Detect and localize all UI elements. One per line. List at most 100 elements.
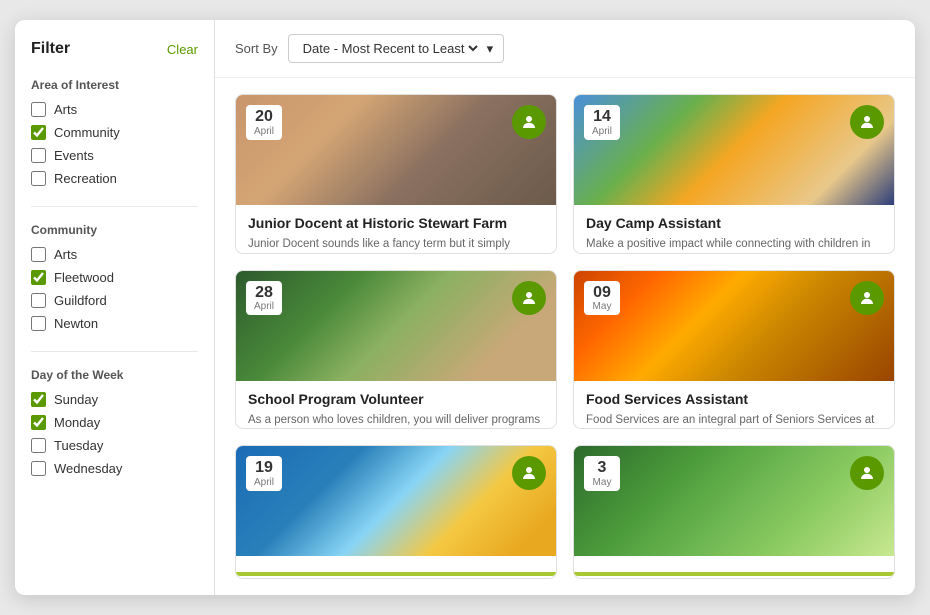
date-month: May — [591, 477, 613, 488]
category-icon — [512, 281, 546, 315]
filter-item-guildford[interactable]: Guildford — [31, 293, 198, 308]
card-card1[interactable]: 20 April Junior Docent at Historic Stewa… — [235, 94, 557, 254]
community-section: Community ArtsFleetwoodGuildfordNewton — [31, 223, 198, 331]
checkbox-community[interactable] — [31, 125, 46, 140]
card-title: Food Services Assistant — [586, 391, 882, 407]
label-events: Events — [54, 148, 94, 163]
category-icon — [512, 105, 546, 139]
filter-item-arts[interactable]: Arts — [31, 102, 198, 117]
day-of-week-title: Day of the Week — [31, 368, 198, 382]
divider-2 — [31, 351, 198, 352]
card-title: School Program Volunteer — [248, 391, 544, 407]
checkbox-fleetwood[interactable] — [31, 270, 46, 285]
date-badge: 09 May — [584, 281, 620, 316]
cards-grid: 20 April Junior Docent at Historic Stewa… — [215, 78, 915, 595]
label-arts: Arts — [54, 102, 77, 117]
card-card5[interactable]: 19 April — [235, 445, 557, 579]
sidebar: Filter Clear Area of Interest Arts Commun… — [15, 20, 215, 595]
label-community: Community — [54, 125, 120, 140]
date-badge: 20 April — [246, 105, 282, 140]
date-month: May — [591, 301, 613, 312]
label-wednesday: Wednesday — [54, 461, 122, 476]
checkbox-events[interactable] — [31, 148, 46, 163]
filter-item-tuesday[interactable]: Tuesday — [31, 438, 198, 453]
card-title: Day Camp Assistant — [586, 215, 882, 231]
chevron-down-icon: ▾ — [487, 41, 494, 57]
checkbox-arts[interactable] — [31, 102, 46, 117]
filter-item-recreation[interactable]: Recreation — [31, 171, 198, 186]
checkbox-recreation[interactable] — [31, 171, 46, 186]
card-desc: Food Services are an integral part of Se… — [586, 412, 882, 430]
sort-select-wrapper[interactable]: Date - Most Recent to Least Date - Least… — [288, 34, 505, 63]
category-icon — [850, 281, 884, 315]
checkbox-newton[interactable] — [31, 316, 46, 331]
filter-item-community[interactable]: Community — [31, 125, 198, 140]
day-of-week-section: Day of the Week Sunday Monday Tuesday Wedne… — [31, 368, 198, 476]
date-badge: 3 May — [584, 456, 620, 491]
card-card4[interactable]: 09 May Food Services Assistant Food Serv… — [573, 270, 895, 430]
card-card3[interactable]: 28 April School Program Volunteer As a p… — [235, 270, 557, 430]
label-recreation: Recreation — [54, 171, 117, 186]
filter-item-arts2[interactable]: Arts — [31, 247, 198, 262]
area-of-interest-title: Area of Interest — [31, 78, 198, 92]
checkbox-monday[interactable] — [31, 415, 46, 430]
date-day: 09 — [591, 284, 613, 302]
date-day: 20 — [253, 108, 275, 126]
date-day: 3 — [591, 459, 613, 477]
card-body: School Program Volunteer As a person who… — [236, 381, 556, 430]
date-month: April — [253, 477, 275, 488]
checkbox-wednesday[interactable] — [31, 461, 46, 476]
card-accent — [574, 572, 894, 576]
card-desc: Make a positive impact while connecting … — [586, 236, 882, 254]
card-image: 3 May — [574, 446, 894, 556]
card-body — [574, 556, 894, 578]
category-icon — [850, 105, 884, 139]
date-month: April — [253, 301, 275, 312]
checkbox-guildford[interactable] — [31, 293, 46, 308]
date-day: 19 — [253, 459, 275, 477]
category-icon — [850, 456, 884, 490]
card-desc: As a person who loves children, you will… — [248, 412, 544, 430]
category-icon — [512, 456, 546, 490]
label-sunday: Sunday — [54, 392, 98, 407]
date-day: 14 — [591, 108, 613, 126]
label-guildford: Guildford — [54, 293, 107, 308]
filter-item-newton[interactable]: Newton — [31, 316, 198, 331]
card-body: Day Camp Assistant Make a positive impac… — [574, 205, 894, 254]
label-fleetwood: Fleetwood — [54, 270, 114, 285]
date-badge: 19 April — [246, 456, 282, 491]
card-image: 19 April — [236, 446, 556, 556]
checkbox-sunday[interactable] — [31, 392, 46, 407]
label-newton: Newton — [54, 316, 98, 331]
area-of-interest-section: Area of Interest Arts Community Events Recr… — [31, 78, 198, 186]
filter-item-wednesday[interactable]: Wednesday — [31, 461, 198, 476]
card-card2[interactable]: 14 April Day Camp Assistant Make a posit… — [573, 94, 895, 254]
date-badge: 28 April — [246, 281, 282, 316]
date-day: 28 — [253, 284, 275, 302]
card-card6[interactable]: 3 May — [573, 445, 895, 579]
card-body: Junior Docent at Historic Stewart Farm J… — [236, 205, 556, 254]
card-desc: Junior Docent sounds like a fancy term b… — [248, 236, 544, 254]
filter-title: Filter — [31, 40, 70, 58]
app-container: Filter Clear Area of Interest Arts Commun… — [15, 20, 915, 595]
card-body: Food Services Assistant Food Services ar… — [574, 381, 894, 430]
filter-item-fleetwood[interactable]: Fleetwood — [31, 270, 198, 285]
card-image: 28 April — [236, 271, 556, 381]
date-month: April — [253, 126, 275, 137]
label-arts2: Arts — [54, 247, 77, 262]
checkbox-arts2[interactable] — [31, 247, 46, 262]
sort-select[interactable]: Date - Most Recent to Least Date - Least… — [299, 40, 481, 57]
clear-button[interactable]: Clear — [167, 42, 198, 57]
card-image: 20 April — [236, 95, 556, 205]
filter-item-sunday[interactable]: Sunday — [31, 392, 198, 407]
divider-1 — [31, 206, 198, 207]
filter-item-events[interactable]: Events — [31, 148, 198, 163]
checkbox-tuesday[interactable] — [31, 438, 46, 453]
main-content: Sort By Date - Most Recent to Least Date… — [215, 20, 915, 595]
card-body — [236, 556, 556, 578]
filter-item-monday[interactable]: Monday — [31, 415, 198, 430]
sidebar-header: Filter Clear — [31, 40, 198, 58]
toolbar: Sort By Date - Most Recent to Least Date… — [215, 20, 915, 78]
card-accent — [236, 572, 556, 576]
date-badge: 14 April — [584, 105, 620, 140]
